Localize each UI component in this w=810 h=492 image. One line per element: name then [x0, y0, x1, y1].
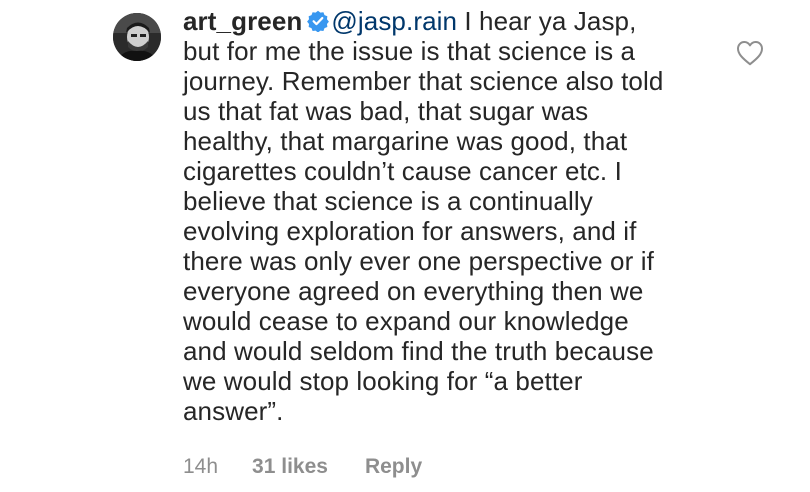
comment-line: art_green @jasp.rain I hear ya Jasp,	[183, 6, 723, 36]
comment-line: would cease to expand our knowledge	[183, 306, 629, 336]
comment-line: healthy, that margarine was good, that	[183, 126, 628, 156]
avatar-image	[113, 13, 161, 61]
verified-badge-icon	[307, 10, 330, 32]
comment-line: journey. Remember that science also told	[183, 66, 664, 96]
comment-text: art_green @jasp.rain I hear ya Jasp, but…	[183, 6, 723, 426]
comment-line: answer”.	[183, 396, 284, 426]
likes-count-button[interactable]: 31 likes	[252, 454, 328, 480]
username-link[interactable]: art_green	[183, 6, 302, 36]
comment-line: us that fat was bad, that sugar was	[183, 96, 589, 126]
comment-line: there was only ever one perspective or i…	[183, 246, 654, 276]
comment-line: everyone agreed on everything then we	[183, 276, 644, 306]
comment-meta: 14h 31 likes Reply	[183, 454, 422, 480]
heart-outline-icon[interactable]	[736, 40, 764, 66]
comment-line: and would seldom find the truth because	[183, 336, 654, 366]
comment-line: but for me the issue is that science is …	[183, 36, 636, 66]
comment-line: believe that science is a continually	[183, 186, 593, 216]
comment-line: we would stop looking for “a better	[183, 366, 583, 396]
avatar[interactable]	[113, 13, 161, 61]
timestamp: 14h	[183, 455, 219, 478]
comment: art_green @jasp.rain I hear ya Jasp, but…	[0, 0, 810, 492]
reply-button[interactable]: Reply	[365, 454, 422, 480]
comment-line-text: I hear ya Jasp,	[457, 6, 637, 36]
mention-link[interactable]: @jasp.rain	[331, 6, 457, 36]
comment-line: cigarettes couldn’t cause cancer etc. I	[183, 156, 622, 186]
comment-line: evolving exploration for answers, and if	[183, 216, 637, 246]
